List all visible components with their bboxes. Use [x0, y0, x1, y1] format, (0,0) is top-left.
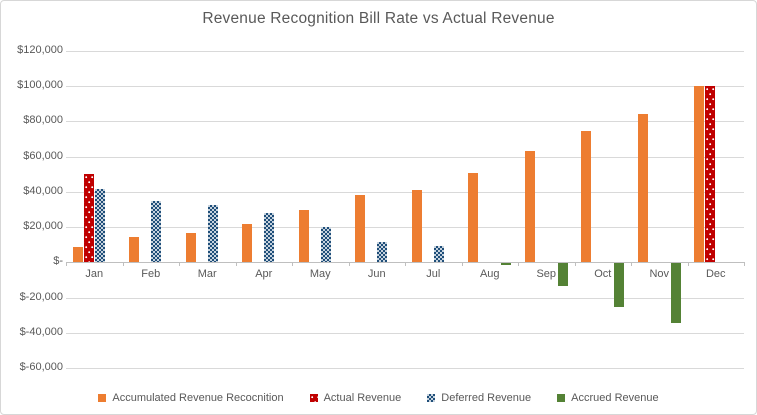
legend-item-deferred-revenue[interactable]: Deferred Revenue: [427, 392, 531, 404]
x-axis-tick: [236, 262, 237, 266]
bar-accumulated-revenue-recocnition-sep[interactable]: [525, 151, 535, 262]
bar-accumulated-revenue-recocnition-feb[interactable]: [129, 237, 139, 263]
x-axis-tick: [123, 262, 124, 266]
x-axis-tick: [744, 262, 745, 266]
x-axis-tick: [66, 262, 67, 266]
y-axis-tick-label: $-: [1, 255, 63, 267]
bar-deferred-revenue-mar[interactable]: [208, 205, 218, 262]
bar-accrued-revenue-oct[interactable]: [614, 263, 624, 307]
plot-area: $120,000 $100,000 $80,000 $60,000 $40,000 $20…: [1, 1, 756, 414]
bar-deferred-revenue-jul[interactable]: [434, 246, 444, 262]
bar-accumulated-revenue-recocnition-dec[interactable]: [694, 86, 704, 262]
legend-item-accrued-revenue[interactable]: Accrued Revenue: [557, 392, 658, 404]
gridline: [66, 333, 744, 334]
bar-accumulated-revenue-recocnition-jul[interactable]: [412, 190, 422, 262]
y-axis-tick-label: $20,000: [1, 220, 63, 232]
revenue-recognition-chart: Revenue Recognition Bill Rate vs Actual …: [0, 0, 757, 415]
legend-label: Actual Revenue: [324, 392, 402, 404]
x-axis-tick: [688, 262, 689, 266]
x-axis-tick: [349, 262, 350, 266]
bar-deferred-revenue-jun[interactable]: [377, 242, 387, 262]
x-axis-tick-label: Jul: [405, 268, 461, 280]
x-axis-tick-label: Dec: [688, 268, 744, 280]
bar-accumulated-revenue-recocnition-oct[interactable]: [581, 131, 591, 262]
bar-deferred-revenue-may[interactable]: [321, 227, 331, 262]
bar-accrued-revenue-nov[interactable]: [671, 263, 681, 323]
gridline: [66, 86, 744, 87]
y-axis-tick-label: $100,000: [1, 79, 63, 91]
x-axis-tick: [179, 262, 180, 266]
x-axis-tick: [575, 262, 576, 266]
bar-actual-revenue-jan[interactable]: [84, 174, 94, 262]
legend-swatch-accumulated-revenue-recocnition: [98, 394, 106, 402]
legend-label: Deferred Revenue: [441, 392, 531, 404]
x-axis-tick-label: Apr: [236, 268, 292, 280]
bar-deferred-revenue-jan[interactable]: [95, 189, 105, 262]
bar-accumulated-revenue-recocnition-may[interactable]: [299, 210, 309, 262]
y-axis-tick-label: $-60,000: [1, 361, 63, 373]
legend-label: Accrued Revenue: [571, 392, 658, 404]
chart-legend: Accumulated Revenue Recocnition Actual Re…: [1, 392, 756, 404]
bar-accumulated-revenue-recocnition-jan[interactable]: [73, 247, 83, 262]
x-axis-tick-label: Jan: [66, 268, 122, 280]
x-axis-tick-label: Aug: [462, 268, 518, 280]
x-axis-tick: [631, 262, 632, 266]
bar-accumulated-revenue-recocnition-mar[interactable]: [186, 233, 196, 262]
legend-item-actual-revenue[interactable]: Actual Revenue: [310, 392, 402, 404]
x-axis-tick: [518, 262, 519, 266]
legend-swatch-accrued-revenue: [557, 394, 565, 402]
bar-accrued-revenue-aug[interactable]: [501, 263, 511, 265]
bar-deferred-revenue-feb[interactable]: [151, 201, 161, 263]
x-axis-tick-label: Feb: [123, 268, 179, 280]
legend-item-accumulated-revenue-recocnition[interactable]: Accumulated Revenue Recocnition: [98, 392, 283, 404]
bar-accumulated-revenue-recocnition-nov[interactable]: [638, 114, 648, 262]
gridline: [66, 298, 744, 299]
y-axis-tick-label: $-40,000: [1, 326, 63, 338]
bar-accumulated-revenue-recocnition-aug[interactable]: [468, 173, 478, 262]
bar-accumulated-revenue-recocnition-apr[interactable]: [242, 224, 252, 262]
y-axis-tick-label: $120,000: [1, 44, 63, 56]
y-axis-tick-label: $-20,000: [1, 291, 63, 303]
legend-label: Accumulated Revenue Recocnition: [112, 392, 283, 404]
gridline: [66, 51, 744, 52]
y-axis-tick-label: $60,000: [1, 150, 63, 162]
y-axis-tick-label: $40,000: [1, 185, 63, 197]
bar-actual-revenue-dec[interactable]: [705, 86, 715, 262]
x-axis-tick: [462, 262, 463, 266]
x-axis-tick: [405, 262, 406, 266]
x-axis-tick: [292, 262, 293, 266]
x-axis-tick-label: Mar: [179, 268, 235, 280]
x-axis-tick-label: May: [292, 268, 348, 280]
bar-accumulated-revenue-recocnition-jun[interactable]: [355, 195, 365, 263]
bar-deferred-revenue-apr[interactable]: [264, 213, 274, 262]
x-axis-tick-label: Jun: [349, 268, 405, 280]
y-axis-tick-label: $80,000: [1, 114, 63, 126]
gridline: [66, 368, 744, 369]
legend-swatch-deferred-revenue: [427, 394, 435, 402]
legend-swatch-actual-revenue: [310, 394, 318, 402]
bar-accrued-revenue-sep[interactable]: [558, 263, 568, 286]
